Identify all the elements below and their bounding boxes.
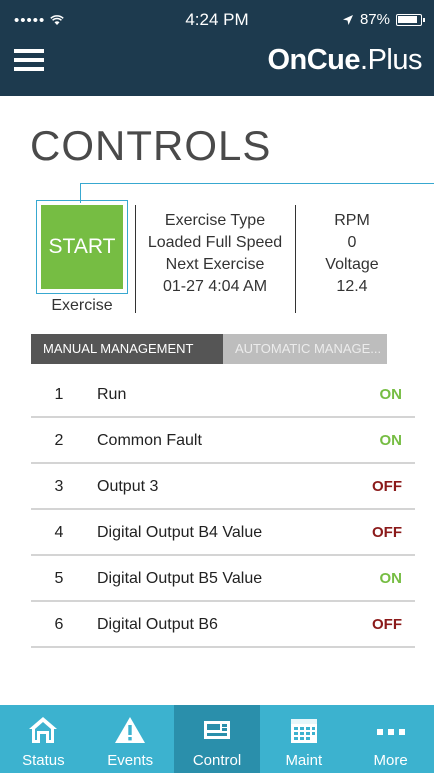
tab-automatic-management[interactable]: AUTOMATIC MANAGE...	[223, 334, 387, 364]
exercise-type-label: Exercise Type	[164, 212, 266, 229]
output-row: 5 Digital Output B5 Value ON	[31, 556, 415, 602]
output-number: 6	[54, 616, 64, 633]
output-row: 3 Output 3 OFF	[31, 464, 415, 510]
battery-percent: 87%	[359, 11, 390, 28]
nav-label: Maint	[285, 752, 323, 769]
output-state-toggle[interactable]: OFF	[372, 616, 402, 633]
output-label: Common Fault	[97, 432, 202, 449]
start-button[interactable]: START	[41, 205, 123, 289]
logo-main: OnCue	[267, 44, 361, 76]
output-state-toggle[interactable]: ON	[380, 570, 403, 587]
voltage-label: Voltage	[325, 256, 379, 273]
engine-info: RPM 0 Voltage 12.4	[300, 210, 404, 298]
output-row: 2 Common Fault ON	[31, 418, 415, 464]
nav-label: Status	[22, 752, 65, 769]
output-row: 4 Digital Output B4 Value OFF	[31, 510, 415, 556]
exercise-type-value: Loaded Full Speed	[147, 234, 283, 251]
output-number: 4	[54, 524, 64, 541]
output-row: 6 Digital Output B6 OFF	[31, 602, 415, 648]
more-icon	[376, 729, 405, 735]
nav-more[interactable]: More	[347, 705, 434, 773]
output-state-toggle[interactable]: ON	[380, 432, 403, 449]
bottom-nav: Status Events Control Maint More	[0, 705, 434, 773]
home-icon	[29, 717, 58, 743]
output-state-toggle[interactable]: ON	[380, 386, 403, 403]
status-bar: ••••• 4:24 PM 87%	[0, 0, 434, 40]
divider	[295, 205, 296, 313]
exercise-info: Exercise Type Loaded Full Speed Next Exe…	[136, 210, 294, 298]
output-list: 1 Run ON 2 Common Fault ON 3 Output 3 OF…	[31, 372, 415, 648]
next-exercise-label: Next Exercise	[165, 256, 265, 273]
rpm-value: 0	[347, 234, 357, 251]
location-arrow-icon	[342, 14, 353, 25]
battery-icon	[396, 13, 425, 26]
voltage-value: 12.4	[336, 278, 368, 295]
logo-plus: .Plus	[360, 44, 422, 76]
output-label: Digital Output B5 Value	[97, 570, 263, 587]
next-exercise-value: 01-27 4:04 AM	[162, 278, 268, 295]
output-label: Run	[97, 386, 127, 403]
start-button-frame: START	[36, 200, 128, 294]
output-state-toggle[interactable]: OFF	[372, 478, 402, 495]
start-caption: Exercise	[51, 297, 113, 314]
calendar-icon	[290, 719, 317, 743]
nav-status[interactable]: Status	[0, 705, 87, 773]
warning-icon	[115, 717, 146, 743]
output-number: 2	[54, 432, 64, 449]
output-row: 1 Run ON	[31, 372, 415, 418]
menu-icon[interactable]	[14, 47, 44, 73]
output-number: 1	[54, 386, 64, 403]
app-logo: OnCue.Plus	[267, 44, 422, 77]
management-tabs: MANUAL MANAGEMENT AUTOMATIC MANAGE...	[31, 334, 387, 364]
output-state-toggle[interactable]: OFF	[372, 524, 402, 541]
output-label: Digital Output B4 Value	[97, 524, 263, 541]
nav-control[interactable]: Control	[173, 705, 261, 773]
nav-label: More	[373, 752, 408, 769]
output-label: Output 3	[97, 478, 159, 495]
status-right: 87%	[342, 11, 425, 28]
nav-label: Control	[192, 752, 242, 769]
output-label: Digital Output B6	[97, 616, 218, 633]
nav-events[interactable]: Events	[87, 705, 174, 773]
nav-maint[interactable]: Maint	[260, 705, 347, 773]
tab-manual-management[interactable]: MANUAL MANAGEMENT	[31, 334, 223, 364]
connector-line	[80, 183, 434, 184]
page-title: CONTROLS	[30, 122, 272, 169]
output-number: 3	[54, 478, 64, 495]
nav-label: Events	[107, 752, 154, 769]
control-panel-icon	[203, 721, 230, 739]
output-number: 5	[54, 570, 64, 587]
rpm-label: RPM	[334, 212, 370, 229]
app-header: ••••• 4:24 PM 87% OnCue.Plus	[0, 0, 434, 96]
